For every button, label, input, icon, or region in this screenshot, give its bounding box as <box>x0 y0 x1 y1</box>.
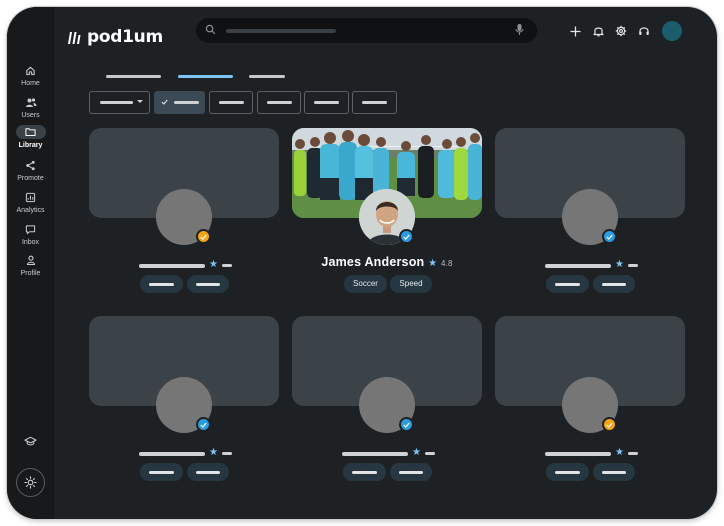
plus-icon[interactable] <box>567 23 583 39</box>
search-icon <box>205 24 216 35</box>
filter-chip[interactable] <box>209 91 253 114</box>
share-icon <box>7 158 54 172</box>
home-icon <box>7 63 54 77</box>
tag-chip[interactable] <box>593 275 635 293</box>
app-logo: pod1um <box>67 27 163 47</box>
tag-chip[interactable]: Soccer <box>344 275 387 293</box>
verified-badge-icon <box>399 417 414 432</box>
settings-sun-icon <box>24 476 37 489</box>
sidebar-item-home[interactable]: Home <box>7 63 54 87</box>
search-input[interactable] <box>196 18 537 43</box>
rating-placeholder <box>628 452 638 455</box>
star-icon: ★ <box>615 259 624 270</box>
athlete-name-placeholder <box>139 452 205 456</box>
athlete-name-placeholder <box>545 452 611 456</box>
sidebar-item-profile[interactable]: Profile <box>7 253 54 277</box>
star-icon: ★ <box>209 447 218 458</box>
app-window: Home Users Library Promote Analytics Inb… <box>7 7 717 519</box>
profile-icon <box>7 253 54 267</box>
sidebar-item-label: Home <box>21 80 40 87</box>
app-name: pod1um <box>87 27 163 47</box>
sidebar-item-promote[interactable]: Promote <box>7 158 54 182</box>
sidebar-item-users[interactable]: Users <box>7 95 54 119</box>
microphone-icon[interactable] <box>515 23 524 36</box>
star-icon: ★ <box>615 447 624 458</box>
tag-chip[interactable] <box>546 275 589 293</box>
sidebar-item-label: Analytics <box>16 207 45 214</box>
check-icon <box>161 99 168 105</box>
analytics-icon <box>7 190 54 204</box>
filter-chip[interactable] <box>352 91 397 114</box>
sidebar-item-label: Inbox <box>21 239 40 246</box>
verified-badge-icon <box>399 229 414 244</box>
filter-chip-selected[interactable] <box>154 91 205 114</box>
athlete-name-placeholder <box>139 264 205 268</box>
verified-badge-icon <box>602 417 617 432</box>
verified-badge-icon <box>196 229 211 244</box>
tag-chip[interactable] <box>593 463 635 481</box>
filter-dropdown[interactable] <box>89 91 150 114</box>
bell-icon[interactable] <box>590 23 606 39</box>
filter-chip[interactable] <box>257 91 301 114</box>
sidebar-item-analytics[interactable]: Analytics <box>7 190 54 214</box>
graduation-cap-icon[interactable] <box>24 434 37 452</box>
athlete-name-placeholder <box>545 264 611 268</box>
tag-chip[interactable] <box>187 463 229 481</box>
athlete-rating: 4.8 <box>440 259 453 268</box>
tab-3[interactable] <box>249 75 285 78</box>
tag-chip[interactable] <box>390 463 432 481</box>
tag-chip[interactable] <box>140 275 183 293</box>
athlete-name-placeholder <box>342 452 408 456</box>
inbox-icon <box>7 222 54 236</box>
users-icon <box>7 95 54 109</box>
tab-2-active[interactable] <box>178 75 233 78</box>
rating-placeholder <box>222 452 232 455</box>
rating-placeholder <box>628 264 638 267</box>
gear-icon[interactable] <box>613 23 629 39</box>
sidebar-item-label: Users <box>21 112 40 119</box>
sidebar-item-label: Profile <box>20 270 41 277</box>
user-avatar[interactable] <box>662 21 682 41</box>
tag-chip[interactable]: Speed <box>390 275 432 293</box>
search-placeholder <box>226 29 336 33</box>
tag-chip[interactable] <box>546 463 589 481</box>
sidebar-item-label: Library <box>18 142 43 149</box>
filter-chip[interactable] <box>304 91 349 114</box>
settings-sun-button[interactable] <box>16 468 45 497</box>
verified-badge-icon <box>196 417 211 432</box>
logo-icon <box>68 31 81 44</box>
sidebar-item-label: Promote <box>17 175 44 182</box>
sidebar-item-inbox[interactable]: Inbox <box>7 222 54 246</box>
tag-chip[interactable] <box>187 275 229 293</box>
chevron-down-icon <box>137 100 143 103</box>
tag-chip[interactable] <box>343 463 386 481</box>
folder-icon <box>15 125 46 139</box>
rating-placeholder <box>222 264 232 267</box>
sidebar: Home Users Library Promote Analytics Inb… <box>7 7 54 519</box>
star-icon: ★ <box>428 258 438 269</box>
sidebar-item-library[interactable]: Library <box>7 125 54 149</box>
rating-placeholder <box>425 452 435 455</box>
tag-chip[interactable] <box>140 463 183 481</box>
star-icon: ★ <box>412 447 421 458</box>
tab-1[interactable] <box>106 75 161 78</box>
support-headset-icon[interactable] <box>636 23 652 39</box>
athlete-name-row: James Anderson ★ 4.8 <box>292 255 482 269</box>
verified-badge-icon <box>602 229 617 244</box>
star-icon: ★ <box>209 259 218 270</box>
athlete-name: James Anderson <box>321 255 425 269</box>
